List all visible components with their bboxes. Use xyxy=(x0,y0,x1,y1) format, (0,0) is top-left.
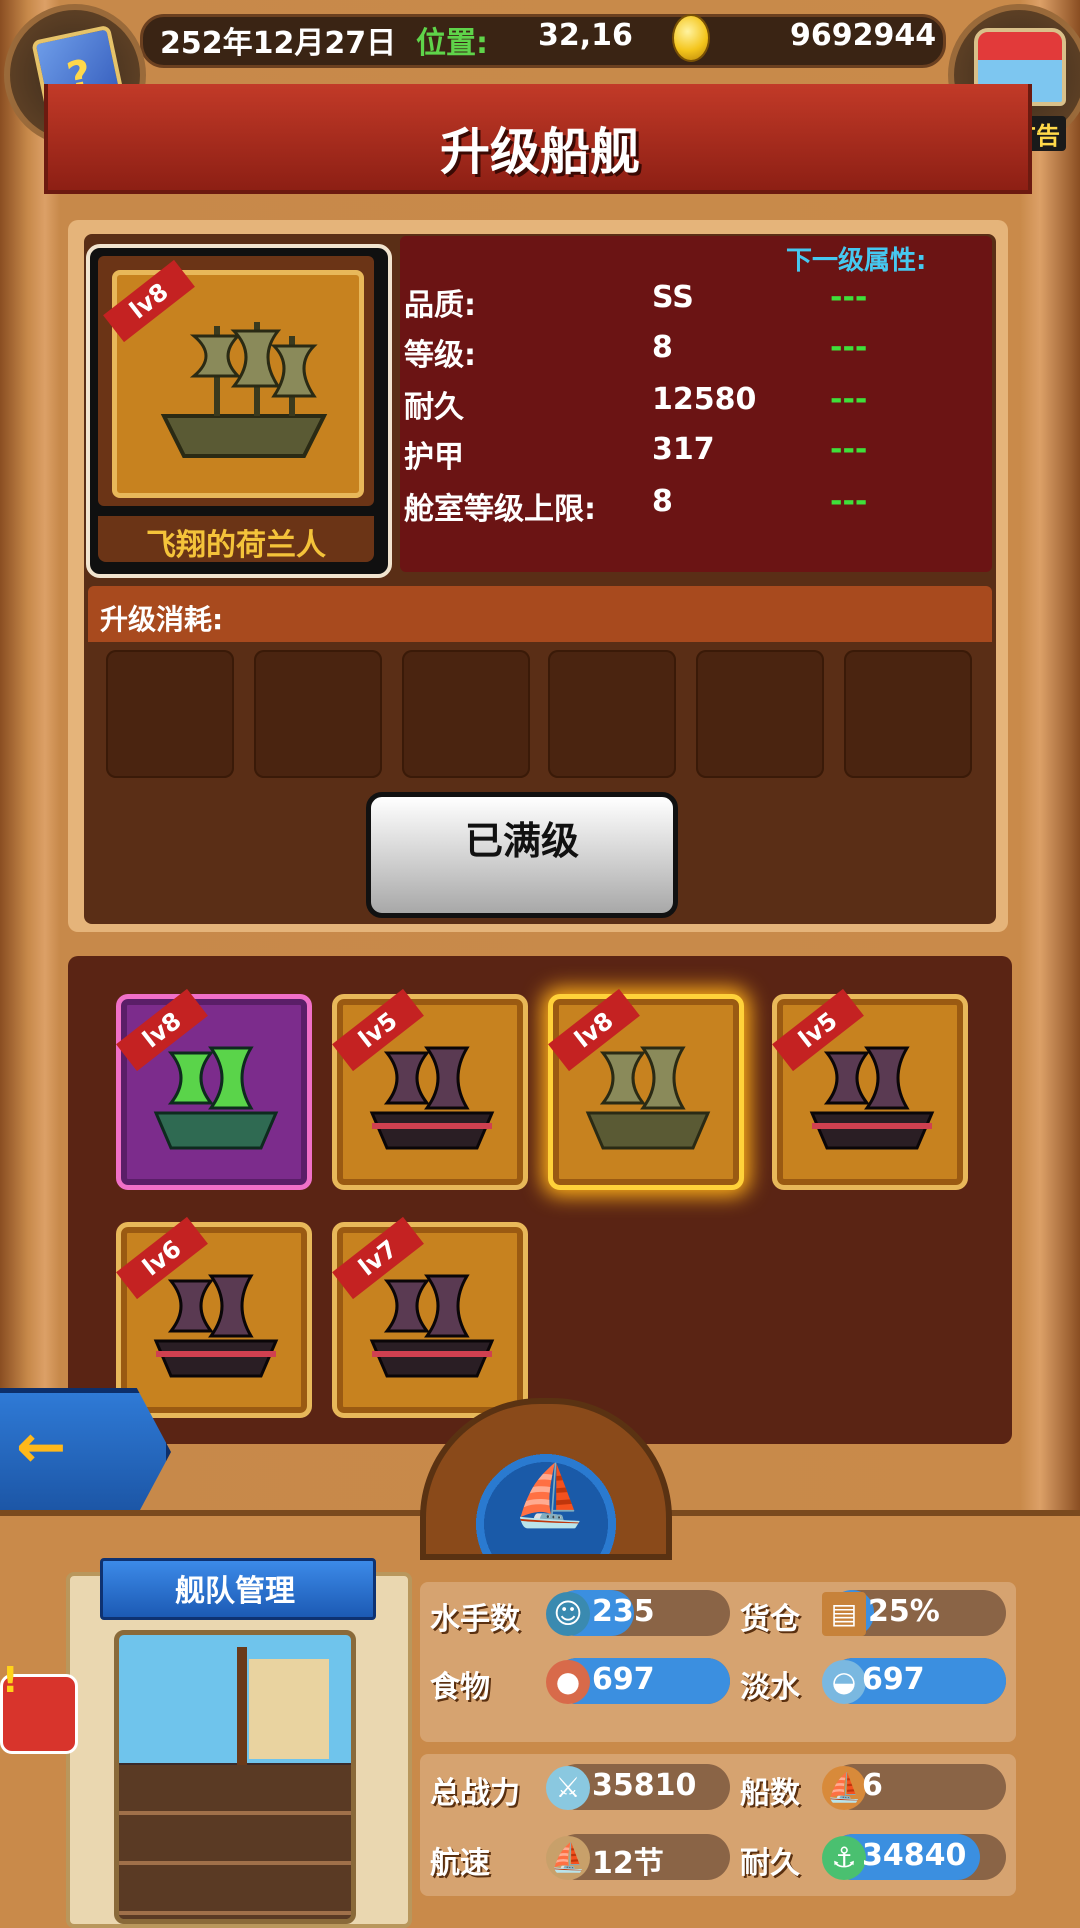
durability-value: 34840 xyxy=(862,1838,967,1873)
sailors-value: 235 xyxy=(592,1594,655,1629)
cargo-label: 货仓 xyxy=(740,1602,800,1637)
ship-icon xyxy=(369,1274,495,1378)
attr-value-durability: 12580 xyxy=(652,382,757,417)
boat-count-icon: ⛵ xyxy=(822,1766,866,1810)
attr-label-quality: 品质: xyxy=(404,288,476,323)
meat-icon: ● xyxy=(546,1660,590,1704)
page-title: 升级船舰 xyxy=(440,123,640,181)
ship-icon xyxy=(369,1046,495,1150)
cost-slot xyxy=(106,650,234,778)
cargo-value: 25% xyxy=(868,1594,940,1629)
cost-slot xyxy=(696,650,824,778)
upgrade-cost-bar xyxy=(88,586,992,642)
fleet-ship-slot[interactable]: lv6 xyxy=(116,1216,312,1418)
power-value: 35810 xyxy=(592,1768,697,1803)
game-date: 252年12月27日 xyxy=(160,26,397,61)
attr-label-cabin-cap: 舱室等级上限: xyxy=(404,492,596,527)
ships-value: 6 xyxy=(862,1768,883,1803)
sailor-icon: ☺ xyxy=(546,1592,590,1636)
fleet-management-title: 舰队管理 xyxy=(175,1574,295,1609)
attr-next-quality: --- xyxy=(830,280,868,315)
sail-ship-icon: ⛵ xyxy=(546,1836,590,1880)
fleet-ship-slot[interactable]: lv5 xyxy=(332,988,528,1190)
attr-value-cabin-cap: 8 xyxy=(652,484,673,519)
ship-icon xyxy=(809,1046,935,1150)
attr-value-quality: SS xyxy=(652,280,694,315)
selected-ship-portrait: lv8 xyxy=(98,256,374,506)
boat-icon: ⛵ xyxy=(512,1461,587,1531)
attr-label-level: 等级: xyxy=(404,338,476,373)
gold-amount: 9692944 xyxy=(790,18,937,53)
position-label: 位置: xyxy=(416,26,488,61)
repair-ship-icon: ⚓ xyxy=(822,1836,866,1880)
ship-icon xyxy=(585,1046,711,1150)
ship-icon xyxy=(153,1046,279,1150)
ships-label: 船数 xyxy=(740,1776,800,1811)
cost-slot xyxy=(254,650,382,778)
power-label: 总战力 xyxy=(430,1776,520,1811)
attr-label-armor: 护甲 xyxy=(404,440,464,475)
water-value: 697 xyxy=(862,1662,925,1697)
attr-next-level: --- xyxy=(830,330,868,365)
speed-label: 航速 xyxy=(430,1846,490,1881)
food-label: 食物 xyxy=(430,1670,490,1705)
back-arrow-icon: ← xyxy=(16,1412,67,1482)
ship-icon xyxy=(160,322,328,458)
gold-coin-icon xyxy=(672,14,710,62)
attr-value-armor: 317 xyxy=(652,432,715,467)
durability-label: 耐久 xyxy=(740,1846,800,1881)
position-value: 32,16 xyxy=(538,18,633,53)
attr-value-level: 8 xyxy=(652,330,673,365)
max-level-label: 已满级 xyxy=(464,819,579,863)
upgrade-cost-label: 升级消耗: xyxy=(100,603,224,636)
ship-icon xyxy=(153,1274,279,1378)
fleet-ship-illustration[interactable] xyxy=(114,1630,356,1924)
fleet-ship-slot[interactable]: lv5 xyxy=(772,988,968,1190)
water-jug-icon: ◒ xyxy=(822,1660,866,1704)
ship-name: 飞翔的荷兰人 xyxy=(146,528,326,563)
crossed-swords-icon: ⚔ xyxy=(546,1766,590,1810)
fleet-ship-slot[interactable]: lv8 xyxy=(116,988,312,1190)
attr-next-armor: --- xyxy=(830,432,868,467)
cost-slot xyxy=(844,650,972,778)
sailors-label: 水手数 xyxy=(430,1602,520,1637)
food-value: 697 xyxy=(592,1662,655,1697)
cost-slot xyxy=(548,650,676,778)
attr-next-durability: --- xyxy=(830,382,868,417)
fleet-ship-slot[interactable]: lv7 xyxy=(332,1216,528,1418)
alert-exclamation-icon: ! xyxy=(2,1660,19,1701)
attr-label-durability: 耐久 xyxy=(404,390,464,425)
fleet-ship-slot-selected[interactable]: lv8 xyxy=(548,988,744,1190)
next-level-label: 下一级属性: xyxy=(786,246,927,276)
cost-slot xyxy=(402,650,530,778)
crate-icon: ▤ xyxy=(822,1592,866,1636)
water-label: 淡水 xyxy=(740,1670,800,1705)
speed-value: 12节 xyxy=(592,1846,664,1881)
attr-next-cabin-cap: --- xyxy=(830,484,868,519)
